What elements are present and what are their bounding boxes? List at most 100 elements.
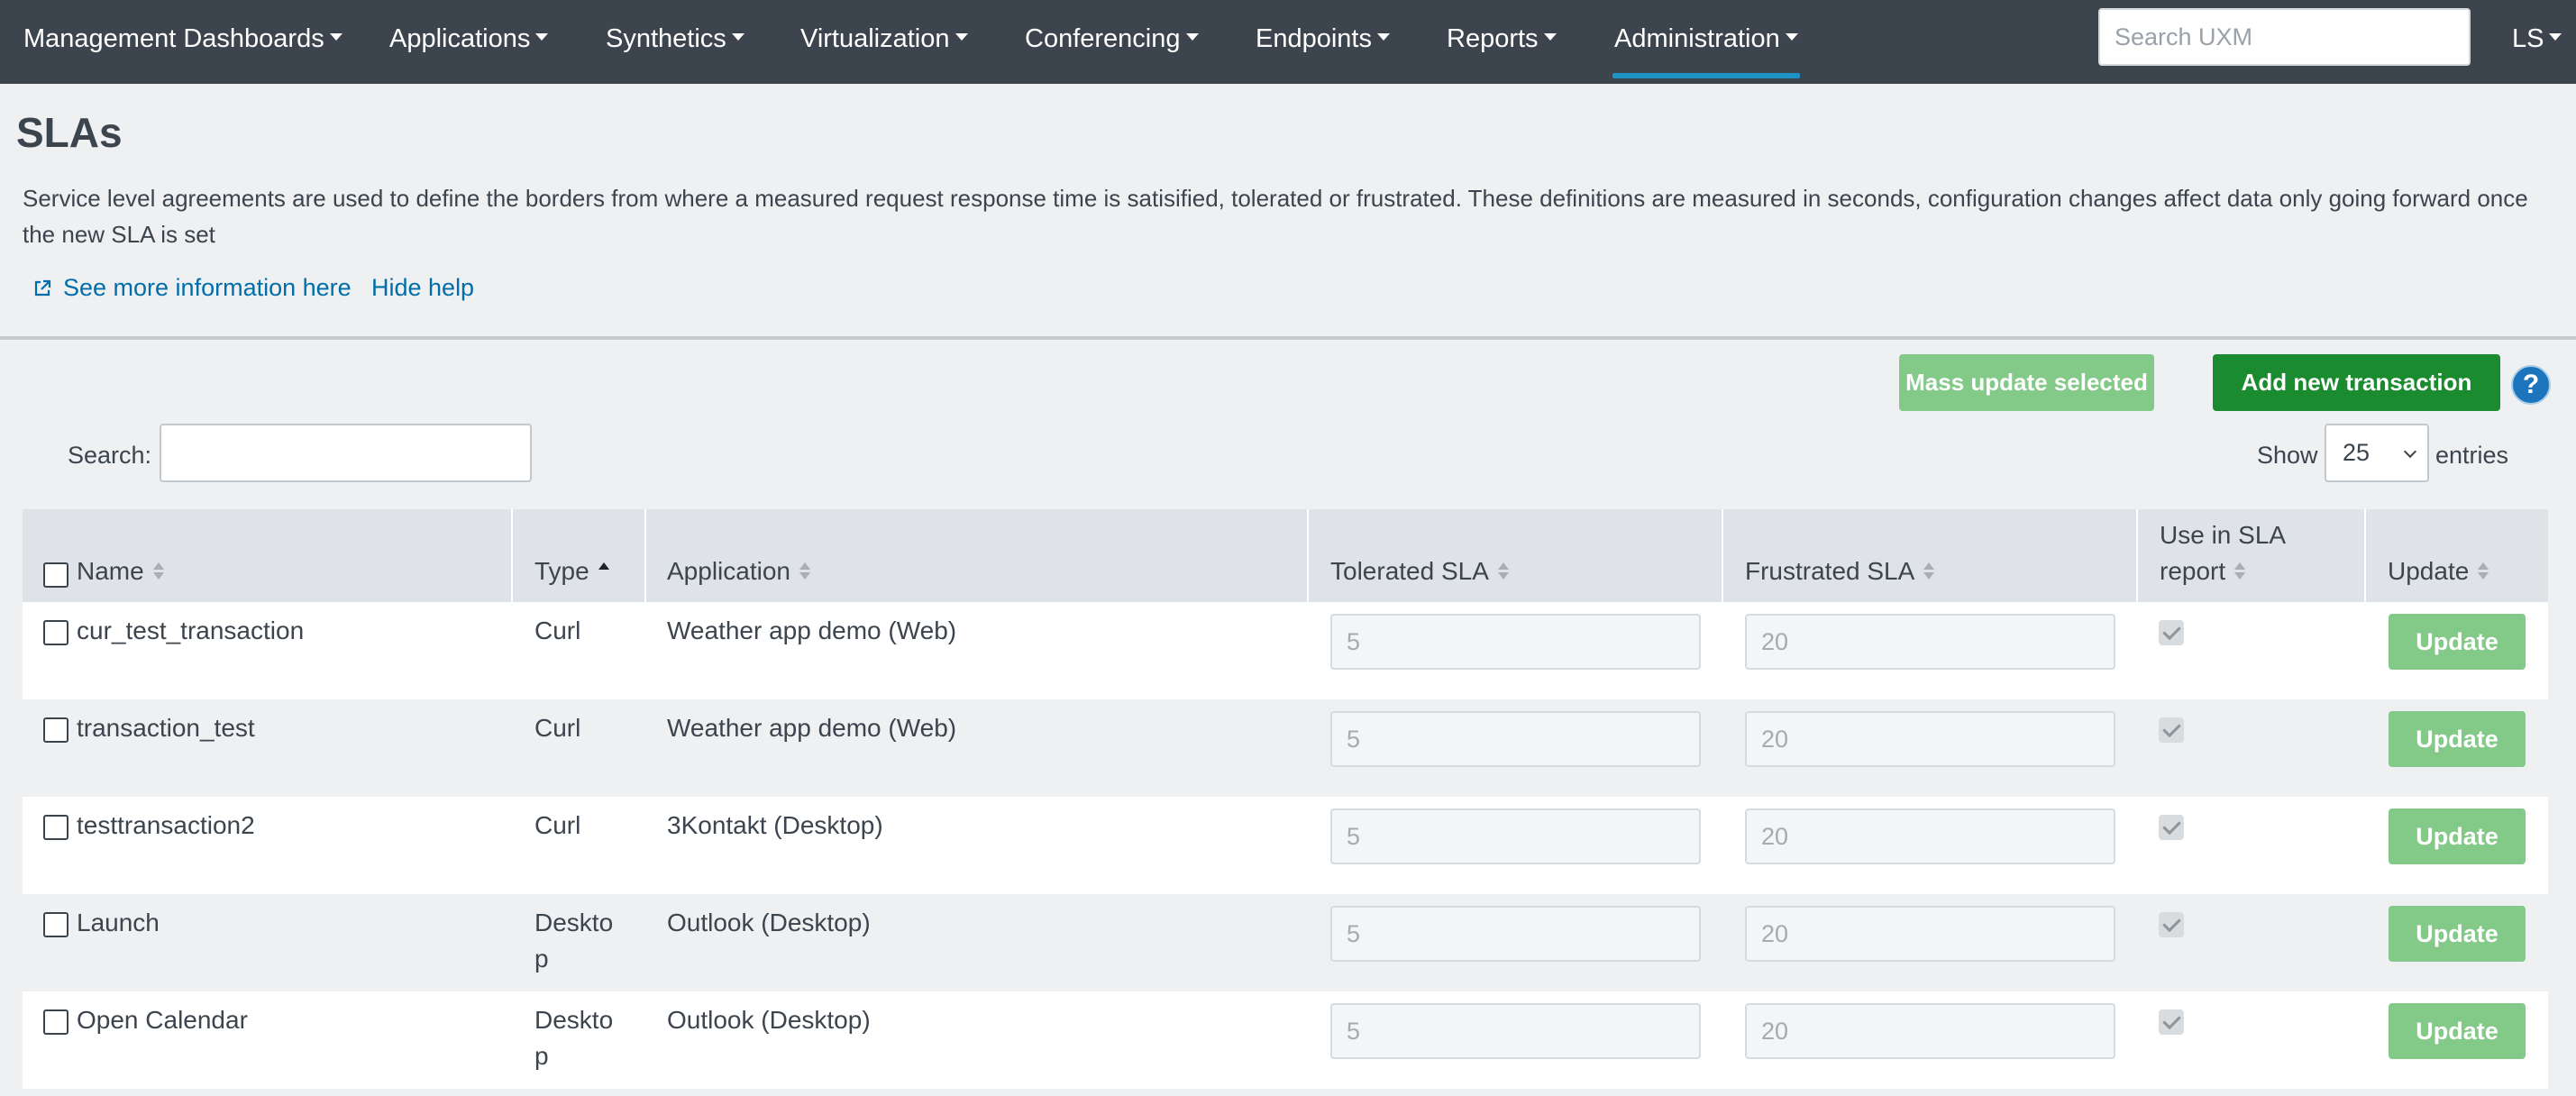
column-header-update[interactable]: Update (2366, 509, 2548, 602)
table-search-input[interactable] (160, 424, 532, 482)
transaction-name: testtransaction2 (77, 811, 255, 839)
column-label: Type (534, 557, 589, 585)
chevron-down-icon (2403, 444, 2417, 459)
show-label: Show (2257, 442, 2318, 469)
table-header: Name Type Application Tolerated SLA Frus… (23, 509, 2548, 602)
frustrated-sla-input[interactable]: 20 (1745, 711, 2115, 767)
nav-item-reports[interactable]: Reports (1447, 0, 1557, 84)
tolerated-sla-input[interactable]: 5 (1330, 808, 1701, 864)
hide-help-link[interactable]: Hide help (371, 274, 474, 302)
column-header-frustrated-sla[interactable]: Frustrated SLA (1723, 509, 2138, 602)
global-search-input[interactable] (2098, 8, 2471, 66)
caret-down-icon (731, 33, 744, 41)
table-row: Open Calendar Deskto p Outlook (Desktop)… (23, 991, 2548, 1089)
use-in-report-checkbox[interactable] (2159, 1009, 2184, 1035)
tolerated-sla-input[interactable]: 5 (1330, 1003, 1701, 1059)
use-in-report-checkbox[interactable] (2159, 912, 2184, 937)
sort-icon (2234, 562, 2246, 580)
use-in-report-checkbox[interactable] (2159, 815, 2184, 840)
nav-item-label: Endpoints (1256, 24, 1372, 53)
row-checkbox[interactable] (43, 815, 69, 840)
page-title: SLAs (16, 109, 123, 156)
help-icon[interactable]: ? (2511, 365, 2551, 405)
use-in-report-checkbox[interactable] (2159, 620, 2184, 645)
transaction-name: Launch (77, 909, 160, 936)
frustrated-sla-input[interactable]: 20 (1745, 614, 2115, 670)
tolerated-sla-input[interactable]: 5 (1330, 906, 1701, 962)
nav-item-management-dashboards[interactable]: Management Dashboards (23, 0, 343, 84)
column-header-use-in-sla-report[interactable]: Use in SLA report (2138, 509, 2366, 602)
column-header-type[interactable]: Type (513, 509, 646, 602)
column-header-application[interactable]: Application (646, 509, 1309, 602)
column-label: Tolerated SLA (1330, 557, 1489, 585)
column-label: Use in SLA report (2160, 521, 2285, 585)
entries-per-page-select[interactable]: 25 (2325, 424, 2429, 482)
update-button[interactable]: Update (2389, 808, 2526, 864)
mass-update-selected-button[interactable]: Mass update selected (1899, 354, 2154, 411)
transaction-type: Deskto p (534, 1006, 614, 1070)
table-row: cur_test_transaction Curl Weather app de… (23, 602, 2548, 699)
application-name: Weather app demo (Web) (667, 714, 957, 742)
nav-item-conferencing[interactable]: Conferencing (1025, 0, 1199, 84)
caret-down-icon (1543, 33, 1557, 41)
tolerated-sla-input[interactable]: 5 (1330, 711, 1701, 767)
frustrated-sla-input[interactable]: 20 (1745, 1003, 2115, 1059)
see-more-information-link[interactable]: See more information here (63, 274, 352, 302)
nav-item-administration[interactable]: Administration (1612, 0, 1800, 84)
tolerated-sla-input[interactable]: 5 (1330, 614, 1701, 670)
row-checkbox[interactable] (43, 620, 69, 645)
application-name: Outlook (Desktop) (667, 909, 871, 936)
column-label: Name (77, 557, 144, 585)
sort-icon (1497, 562, 1509, 580)
transaction-type: Curl (534, 714, 581, 742)
update-button[interactable]: Update (2389, 906, 2526, 962)
sort-icon (2478, 562, 2489, 580)
table-search-label: Search: (68, 442, 152, 469)
nav-item-label: Applications (389, 24, 531, 53)
caret-down-icon (1185, 33, 1199, 41)
table-body: cur_test_transaction Curl Weather app de… (23, 602, 2548, 1089)
sla-table: Name Type Application Tolerated SLA Frus… (23, 509, 2548, 1089)
nav-item-label: Synthetics (606, 24, 726, 53)
use-in-report-checkbox[interactable] (2159, 717, 2184, 743)
frustrated-sla-input[interactable]: 20 (1745, 906, 2115, 962)
caret-down-icon (535, 33, 549, 41)
nav-item-virtualization[interactable]: Virtualization (800, 0, 968, 84)
row-checkbox[interactable] (43, 717, 69, 743)
nav-item-label: Management Dashboards (23, 24, 324, 53)
top-navigation-bar: Management Dashboards Applications Synth… (0, 0, 2576, 84)
sort-icon (799, 562, 810, 580)
nav-item-label: Conferencing (1025, 24, 1181, 53)
add-new-transaction-button[interactable]: Add new transaction (2213, 354, 2500, 411)
nav-item-label: Reports (1447, 24, 1539, 53)
update-button[interactable]: Update (2389, 1003, 2526, 1059)
column-label: Frustrated SLA (1745, 557, 1915, 585)
column-header-name[interactable]: Name (23, 509, 513, 602)
sort-icon (152, 562, 164, 580)
help-description: Service level agreements are used to def… (23, 185, 2528, 248)
user-menu[interactable]: LS (2512, 0, 2562, 84)
entries-value: 25 (2343, 439, 2370, 466)
update-button[interactable]: Update (2389, 711, 2526, 767)
row-checkbox[interactable] (43, 912, 69, 937)
column-label: Application (667, 557, 790, 585)
nav-item-synthetics[interactable]: Synthetics (606, 0, 744, 84)
sort-icon (1923, 562, 1935, 580)
application-name: 3Kontakt (Desktop) (667, 811, 883, 839)
active-tab-indicator (1612, 73, 1800, 78)
section-divider (0, 336, 2576, 340)
row-checkbox[interactable] (43, 1009, 69, 1035)
nav-item-label: Virtualization (800, 24, 950, 53)
select-all-checkbox[interactable] (43, 562, 69, 588)
update-button[interactable]: Update (2389, 614, 2526, 670)
nav-item-endpoints[interactable]: Endpoints (1256, 0, 1390, 84)
table-row: Launch Deskto p Outlook (Desktop) 5 20 U… (23, 894, 2548, 991)
caret-down-icon (329, 33, 343, 41)
frustrated-sla-input[interactable]: 20 (1745, 808, 2115, 864)
nav-item-applications[interactable]: Applications (389, 0, 549, 84)
caret-down-icon (1377, 33, 1390, 41)
table-row: testtransaction2 Curl 3Kontakt (Desktop)… (23, 797, 2548, 894)
transaction-type: Curl (534, 616, 581, 644)
sort-ascending-icon (598, 562, 609, 580)
column-header-tolerated-sla[interactable]: Tolerated SLA (1309, 509, 1723, 602)
